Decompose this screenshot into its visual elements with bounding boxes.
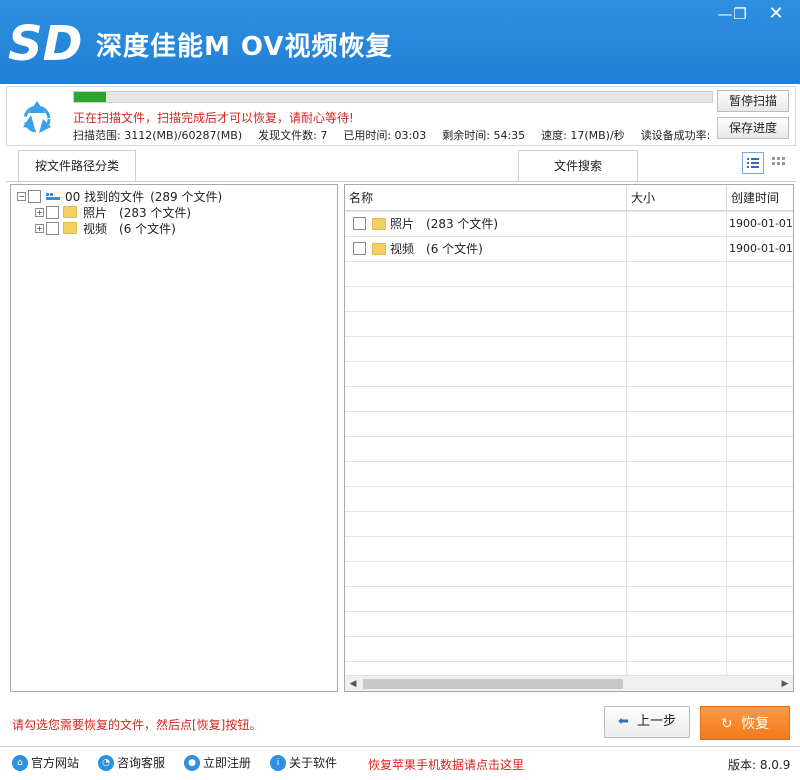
about-label: 关于软件 [289,756,338,770]
scan-speed: 速度: 17(MB)/秒 [541,129,625,142]
scan-status-panel: 正在扫描文件，扫描完成后才可以恢复，请耐心等待! 扫描范围: 3112(MB)/… [6,86,796,146]
scan-progress-fill [74,92,106,102]
app-title: 深度佳能M OV视频恢复 [96,32,393,62]
official-website-link[interactable]: ⌂ 官方网站 [12,754,79,771]
tree-photos-checkbox[interactable] [46,205,59,219]
column-size[interactable]: 大小 [627,185,727,211]
selection-hint: 请勾选您需要恢复的文件，然后点[恢复]按钮。 [12,718,262,732]
tab-file-search[interactable]: 文件搜索 [518,150,638,182]
scan-stats: 扫描范围: 3112(MB)/60287(MB) 发现文件数: 7 已用时间: … [73,127,726,143]
row-date: 1900-01-01 [729,242,793,255]
user-icon: ● [184,754,200,771]
restore-button[interactable]: ↻ 恢复 [700,706,790,740]
table-row[interactable]: 照片 (283 个文件) 1900-01-01 [345,211,793,236]
read-success-rate: 读设备成功率: [640,129,711,142]
customer-service-link[interactable]: ◔ 咨询客服 [98,754,165,771]
refresh-icon: ↻ [720,716,733,732]
column-name[interactable]: 名称 [345,185,627,211]
tree-videos-label: 视频 [83,221,108,236]
footer: ⌂ 官方网站 ◔ 咨询客服 ● 立即注册 i 关于软件 恢复苹果手机数据请点击这… [0,748,800,780]
svg-text:SD: SD [8,16,82,70]
arrow-left-icon: ⬅ [617,714,629,729]
tree-videos-count: (6 个文件) [119,221,176,236]
horizontal-scrollbar[interactable]: ◀ ▶ [345,675,793,691]
tree-root-label: 00 找到的文件 [65,189,145,204]
tree-photos-label: 照片 [83,205,108,220]
row-name: 照片 [390,217,415,231]
save-progress-button[interactable]: 保存进度 [717,117,789,139]
sd-logo-icon: SD [8,16,82,70]
list-view-button[interactable] [742,152,764,174]
close-button[interactable]: ✕ [761,2,791,26]
folder-icon [63,206,77,218]
table-row[interactable]: 视频 (6 个文件) 1900-01-01 [345,236,793,261]
tree-node-photos[interactable]: + 照片 (283 个文件) [35,204,191,220]
customer-service-label: 咨询客服 [117,756,166,770]
scan-message: 正在扫描文件，扫描完成后才可以恢复，请耐心等待! [73,111,354,125]
folder-icon [63,222,77,234]
previous-step-label: 上一步 [637,714,677,729]
tree-node-root[interactable]: − 00 找到的文件 (289 个文件) [17,188,222,204]
register-link[interactable]: ● 立即注册 [184,754,251,771]
remaining-time: 剩余时间: 54:35 [442,129,526,142]
tree-node-videos[interactable]: + 视频 (6 个文件) [35,220,176,236]
folder-icon [372,242,386,255]
scroll-left-icon[interactable]: ◀ [345,676,361,691]
found-count: 发现文件数: 7 [258,129,328,142]
tab-by-path[interactable]: 按文件路径分类 [18,150,136,182]
tree-videos-checkbox[interactable] [46,221,59,235]
elapsed-time: 已用时间: 03:03 [343,129,427,142]
maximize-icon: ❐ [733,5,747,23]
row-checkbox[interactable] [353,217,366,230]
tree-root-count: (289 个文件) [150,189,223,204]
recycle-icon [23,101,51,133]
expand-icon[interactable]: + [35,223,44,233]
file-list: 名称 大小 创建时间 照片 (283 个文件) 1900-01-01 视频 (6… [344,184,794,692]
info-icon: i [270,754,286,771]
column-divider [626,211,627,681]
bell-icon: ◔ [98,754,114,771]
list-view-icon [747,158,759,168]
expand-icon[interactable]: + [35,207,44,217]
close-icon: ✕ [768,3,784,24]
row-checkbox[interactable] [353,242,366,255]
file-list-header: 名称 大小 创建时间 [345,185,793,211]
drive-icon [46,193,60,200]
title-bar: SD 深度佳能M OV视频恢复 — ❐ ✕ [0,0,800,84]
scrollbar-thumb[interactable] [363,679,623,689]
row-name: 视频 [390,242,415,256]
folder-tree: − 00 找到的文件 (289 个文件) + 照片 (283 个文件) + 视频… [10,184,338,692]
restore-label: 恢复 [741,716,770,732]
folder-icon [372,217,386,230]
footer-divider [0,746,800,747]
column-divider [726,211,727,681]
tree-root-checkbox[interactable] [28,189,41,203]
tree-photos-count: (283 个文件) [119,205,192,220]
version-label: 版本: 8.0.9 [728,758,791,772]
official-website-label: 官方网站 [31,756,80,770]
scroll-right-icon[interactable]: ▶ [777,676,793,691]
scan-range: 扫描范围: 3112(MB)/60287(MB) [73,129,243,142]
grid-view-button[interactable] [768,152,790,174]
pause-scan-button[interactable]: 暂停扫描 [717,90,789,112]
column-created[interactable]: 创建时间 [727,185,793,211]
maximize-button[interactable]: ❐ [725,2,755,26]
row-count: (283 个文件) [426,217,499,231]
register-label: 立即注册 [203,756,252,770]
about-link[interactable]: i 关于软件 [270,754,337,771]
home-icon: ⌂ [12,754,28,771]
row-count: (6 个文件) [426,242,483,256]
previous-step-button[interactable]: ⬅ 上一步 [604,706,690,738]
collapse-icon[interactable]: − [17,191,26,201]
scan-progress-bar [73,91,713,103]
apple-recovery-link[interactable]: 恢复苹果手机数据请点击这里 [368,756,524,773]
row-date: 1900-01-01 [729,217,793,230]
grid-view-icon [772,157,785,165]
tab-divider [6,181,796,182]
